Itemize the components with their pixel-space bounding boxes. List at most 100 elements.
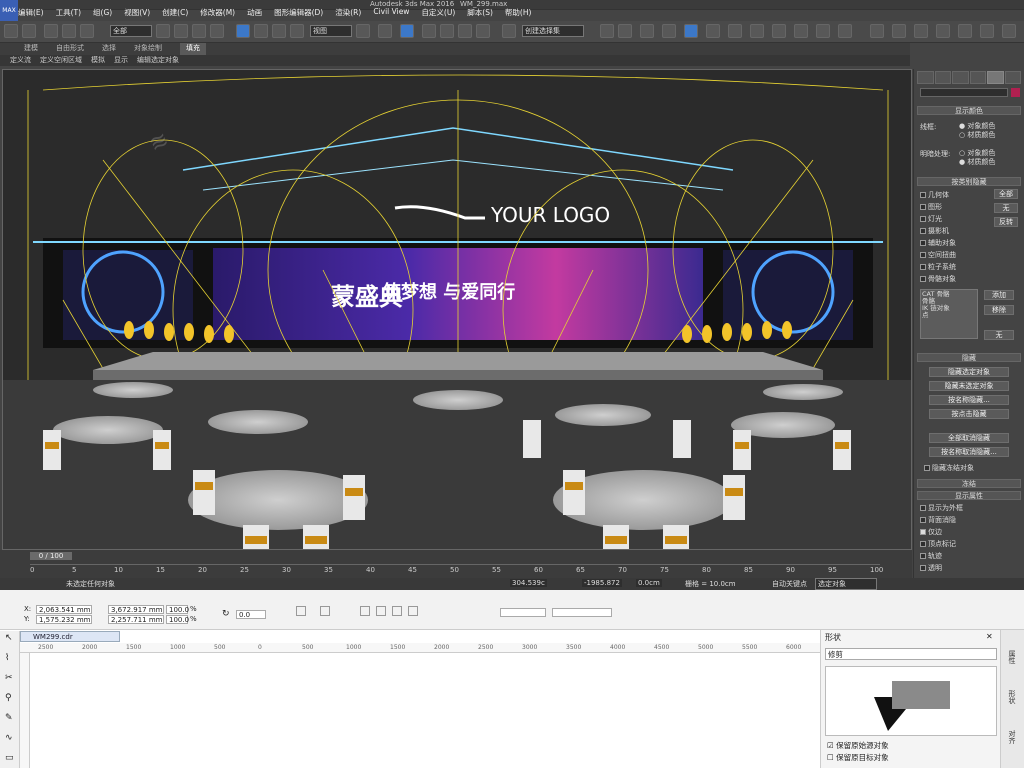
coord-y[interactable]: -1985.872 bbox=[582, 579, 622, 587]
spinner-snap-icon[interactable] bbox=[476, 24, 490, 38]
display-property-checkbox[interactable]: 显示为外框 bbox=[920, 503, 963, 512]
menu-item[interactable]: 渲染(R) bbox=[335, 7, 361, 19]
category-checkbox[interactable]: 图形 bbox=[920, 202, 942, 211]
ribbon-subtab[interactable]: 模拟 bbox=[91, 55, 105, 66]
simplify-icon[interactable] bbox=[408, 606, 418, 616]
display-property-checkbox[interactable]: 仅边 bbox=[920, 527, 942, 536]
docker-tab[interactable]: 属性 bbox=[1007, 650, 1017, 664]
align-icon[interactable] bbox=[618, 24, 632, 38]
edit-named-sel-icon[interactable] bbox=[502, 24, 516, 38]
y-position-field[interactable]: 1,575.232 mm bbox=[36, 615, 92, 624]
render-setup-icon[interactable] bbox=[772, 24, 786, 38]
coord-z[interactable]: 0.0cm bbox=[636, 579, 662, 587]
name-field[interactable] bbox=[920, 88, 1008, 97]
keyboard-shortcut-icon[interactable] bbox=[400, 24, 414, 38]
move-icon[interactable] bbox=[236, 24, 250, 38]
scale-x-field[interactable]: 100.0 bbox=[166, 605, 189, 614]
remove-button[interactable]: 移除 bbox=[984, 305, 1014, 315]
schematic-view-icon[interactable] bbox=[728, 24, 742, 38]
mirror-v-icon[interactable] bbox=[320, 606, 330, 616]
freehand-tool-icon[interactable]: ✎ bbox=[5, 713, 13, 723]
display-tab-icon[interactable] bbox=[987, 71, 1004, 84]
selected-dropdown[interactable]: 选定对象 bbox=[815, 578, 877, 590]
reference-coord[interactable]: 视图 bbox=[310, 25, 352, 37]
sun-icon[interactable] bbox=[870, 24, 884, 38]
category-checkbox[interactable]: 几何体 bbox=[920, 190, 949, 199]
redo-icon[interactable] bbox=[22, 24, 36, 38]
crop-tool-icon[interactable]: ✂ bbox=[5, 673, 13, 683]
shaded-material-color[interactable]: ● 材质颜色 bbox=[959, 157, 995, 166]
width-field[interactable]: 3,672.917 mm bbox=[108, 605, 164, 614]
mirror-h-icon[interactable] bbox=[296, 606, 306, 616]
zoom-tool-icon[interactable]: ⚲ bbox=[5, 693, 12, 703]
ribbon-tab[interactable]: 对象绘制 bbox=[134, 43, 162, 55]
display-property-checkbox[interactable]: 轨迹 bbox=[920, 551, 942, 560]
ribbon-subtab[interactable]: 编辑选定对象 bbox=[137, 55, 179, 66]
outline-width-field[interactable] bbox=[500, 608, 546, 617]
menu-item[interactable]: 创建(C) bbox=[162, 7, 188, 19]
zoom-icon[interactable] bbox=[936, 24, 950, 38]
rotate-icon[interactable] bbox=[254, 24, 268, 38]
wire-material-color[interactable]: ○ 材质颜色 bbox=[959, 130, 995, 139]
height-field[interactable]: 2,257.711 mm bbox=[108, 615, 164, 624]
window-crossing-icon[interactable] bbox=[210, 24, 224, 38]
menu-item[interactable]: 编辑(E) bbox=[18, 7, 44, 19]
shaded-object-color[interactable]: ○ 对象颜色 bbox=[959, 148, 995, 157]
menu-item[interactable]: 组(G) bbox=[93, 7, 112, 19]
docker-tab[interactable]: 形状 bbox=[1007, 690, 1017, 704]
display-property-checkbox[interactable]: 背面消隐 bbox=[920, 515, 956, 524]
object-type-item[interactable]: 点 bbox=[922, 312, 976, 319]
ribbon-tab[interactable]: 建模 bbox=[24, 43, 38, 55]
angle-snap-icon[interactable] bbox=[440, 24, 454, 38]
category-checkbox[interactable]: 摄影机 bbox=[920, 226, 949, 235]
display-property-checkbox[interactable]: 透明 bbox=[920, 563, 942, 572]
timeline-ruler[interactable]: 0 5 10 15 20 25 30 35 40 45 50 55 60 65 70 75 80 85 90 95 10… bbox=[30, 564, 883, 576]
wire-object-color[interactable]: ● 对象颜色 bbox=[959, 121, 995, 130]
category-checkbox[interactable]: 空间扭曲 bbox=[920, 250, 956, 259]
shaping-mode-select[interactable]: 修剪 bbox=[825, 648, 997, 660]
layer-explorer-icon[interactable] bbox=[662, 24, 676, 38]
menu-item[interactable]: 图形编辑器(D) bbox=[274, 7, 323, 19]
ribbon-tab[interactable]: 自由形式 bbox=[56, 43, 84, 55]
bind-icon[interactable] bbox=[80, 24, 94, 38]
camera-icon[interactable] bbox=[914, 24, 928, 38]
category-checkbox[interactable]: 辅助对象 bbox=[920, 238, 956, 247]
hierarchy-tab-icon[interactable] bbox=[952, 71, 969, 84]
hide-by-category-rollout[interactable]: 按类别隐藏 bbox=[917, 177, 1021, 186]
menu-item[interactable]: 自定义(U) bbox=[421, 7, 455, 19]
object-type-list[interactable]: CAT 骨骼 骨骼 IK 链对象点 bbox=[920, 289, 978, 339]
material-editor-icon[interactable] bbox=[750, 24, 764, 38]
intersect-icon[interactable] bbox=[392, 606, 402, 616]
category-checkbox[interactable]: 骨骼对象 bbox=[920, 274, 956, 283]
hide-button[interactable]: 按名称隐藏... bbox=[929, 395, 1009, 405]
rendered-frame-icon[interactable] bbox=[794, 24, 808, 38]
ribbon-subtab[interactable]: 显示 bbox=[114, 55, 128, 66]
category-checkbox[interactable]: 灯光 bbox=[920, 214, 942, 223]
menu-item[interactable]: 视图(V) bbox=[124, 7, 150, 19]
hide-button[interactable]: 按名称取消隐藏... bbox=[929, 447, 1009, 457]
toggle-scene-explorer-icon[interactable] bbox=[640, 24, 654, 38]
create-tab-icon[interactable] bbox=[917, 71, 934, 84]
time-slider[interactable]: 0 / 100 bbox=[30, 552, 72, 560]
color-swatch[interactable] bbox=[1011, 88, 1020, 97]
percent-snap-icon[interactable] bbox=[458, 24, 472, 38]
keep-source-checkbox[interactable]: ☑ 保留原始源对象 bbox=[827, 740, 889, 751]
ribbon-subtab[interactable]: 定义流 bbox=[10, 55, 31, 66]
ribbon-tab[interactable]: 填充 bbox=[180, 43, 206, 55]
utilities-tab-icon[interactable] bbox=[1004, 71, 1021, 84]
add-button[interactable]: 添加 bbox=[984, 290, 1014, 300]
menu-item[interactable]: 工具(T) bbox=[56, 7, 81, 19]
hide-button[interactable]: 隐藏选定对象 bbox=[929, 367, 1009, 377]
none-list-button[interactable]: 无 bbox=[984, 330, 1014, 340]
place-icon[interactable] bbox=[290, 24, 304, 38]
freeze-rollout[interactable]: 冻结 bbox=[917, 479, 1021, 488]
drawing-canvas[interactable] bbox=[30, 653, 810, 768]
x-position-field[interactable]: 2,063.541 mm bbox=[36, 605, 92, 614]
app-menu-button[interactable]: MAX bbox=[0, 0, 18, 22]
keep-target-checkbox[interactable]: ☐ 保留原目标对象 bbox=[827, 752, 889, 763]
mirror-icon[interactable] bbox=[600, 24, 614, 38]
named-selection-set[interactable]: 创建选择集 bbox=[522, 25, 584, 37]
weld-icon[interactable] bbox=[360, 606, 370, 616]
menu-item[interactable]: 动画 bbox=[247, 7, 262, 19]
space-warp-icon[interactable] bbox=[980, 24, 994, 38]
